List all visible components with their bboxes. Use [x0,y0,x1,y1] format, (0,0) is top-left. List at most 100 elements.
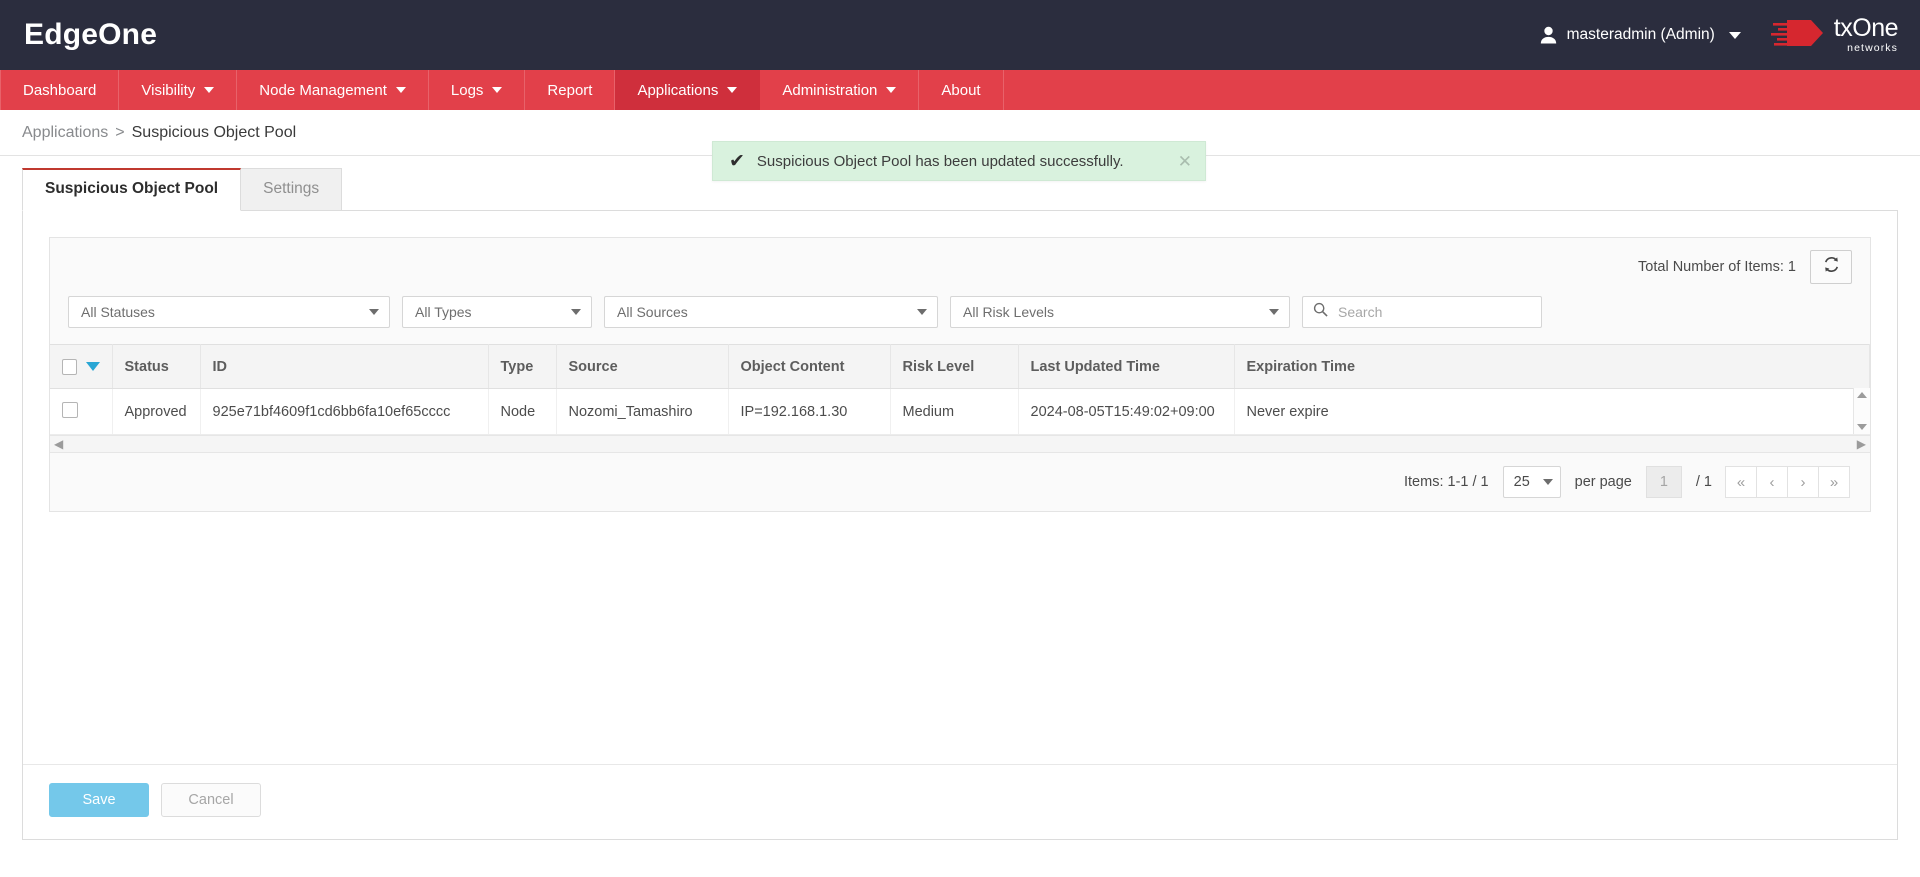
nav-label: Node Management [259,81,387,99]
nav-item-visibility[interactable]: Visibility [119,70,238,110]
last-page-button[interactable]: » [1818,466,1850,498]
chevron-down-icon [917,309,927,315]
column-header-object-content[interactable]: Object Content [728,344,891,389]
nav-label: Visibility [141,81,196,99]
risk-level-filter-select[interactable]: All Risk Levels [950,296,1290,328]
scroll-right-icon[interactable]: ▶ [1857,438,1866,450]
per-page-select[interactable]: 25 [1502,466,1561,498]
refresh-icon [1823,256,1840,278]
nav-item-dashboard[interactable]: Dashboard [0,70,120,110]
row-checkbox[interactable] [62,401,78,418]
chevron-down-icon [204,87,215,93]
search-box[interactable] [1302,296,1542,328]
table-vertical-scrollbar[interactable] [1853,388,1870,434]
chevron-down-icon [1728,31,1741,39]
type-filter-select[interactable]: All Types [402,296,592,328]
suspicious-object-table: Status ID Type Source Object Content Ris… [50,344,1870,435]
table-header-row: Status ID Type Source Object Content Ris… [50,344,1870,389]
account-label: masteradmin (Admin) [1566,26,1715,43]
table-horizontal-scrollbar[interactable]: ◀ ▶ [50,435,1870,453]
column-header-source[interactable]: Source [556,344,729,389]
vendor-logo: txOne networks [1770,14,1899,55]
nav-item-administration[interactable]: Administration [760,70,920,110]
status-filter-value: All Statuses [81,304,155,320]
vendor-name: txOne [1833,14,1899,43]
chevron-down-icon [1542,479,1553,485]
previous-page-button[interactable]: ‹ [1756,466,1788,498]
nav-item-applications[interactable]: Applications [615,70,761,110]
row-select-cell [50,388,113,435]
tab-suspicious-object-pool[interactable]: Suspicious Object Pool [22,168,242,211]
content-panel: Total Number of Items: 1 All Statuses Al… [22,210,1898,840]
column-header-type[interactable]: Type [488,344,557,389]
per-page-label: per page [1574,474,1632,490]
column-header-id[interactable]: ID [200,344,489,389]
total-pages-label: / 1 [1695,474,1712,490]
column-header-risk-level[interactable]: Risk Level [890,344,1019,389]
source-filter-value: All Sources [617,304,688,320]
cell-type: Node [488,388,557,435]
status-filter-select[interactable]: All Statuses [68,296,390,328]
scroll-down-icon[interactable] [1857,424,1867,430]
next-page-button[interactable]: › [1787,466,1819,498]
breadcrumb-separator: > [115,123,125,141]
suspicious-object-card: Total Number of Items: 1 All Statuses Al… [49,237,1871,512]
vendor-tagline: networks [1847,42,1898,55]
nav-label: Administration [782,81,878,99]
tab-label: Settings [263,180,320,197]
nav-item-node-management[interactable]: Node Management [237,70,429,110]
breadcrumb-current: Suspicious Object Pool [131,123,297,141]
top-brand-bar: EdgeOne masteradmin (Admin) txOne networ… [0,0,1920,70]
tab-settings[interactable]: Settings [240,168,343,211]
vendor-mark-icon [1770,16,1827,55]
select-all-checkbox[interactable] [62,358,77,375]
vendor-wordmark: txOne networks [1833,14,1899,55]
cancel-button[interactable]: Cancel [161,783,261,817]
account-menu[interactable]: masteradmin (Admin) [1540,26,1741,44]
chevron-down-icon [727,87,738,93]
chevron-down-icon [1269,309,1279,315]
search-input[interactable] [1336,303,1531,321]
nav-label: Report [547,81,593,99]
check-icon: ✔ [729,150,745,172]
breadcrumb-parent[interactable]: Applications [22,124,108,142]
current-page-input[interactable]: 1 [1645,466,1682,498]
sort-descending-icon[interactable] [85,362,100,371]
top-bar-right: masteradmin (Admin) txOne networks [1540,14,1899,55]
save-button[interactable]: Save [49,783,149,817]
page-navigation: « ‹ › » [1725,466,1850,498]
nav-item-logs[interactable]: Logs [429,70,526,110]
column-header-status[interactable]: Status [112,344,201,389]
table-row[interactable]: Approved 925e71bf4609f1cd6bb6fa10ef65ccc… [50,388,1870,435]
source-filter-select[interactable]: All Sources [604,296,938,328]
form-actions: Save Cancel [23,764,1897,839]
cell-status: Approved [112,388,201,435]
nav-item-report[interactable]: Report [525,70,616,110]
per-page-value: 25 [1513,474,1530,490]
items-range-label: Items: 1-1 / 1 [1404,474,1489,490]
scroll-up-icon[interactable] [1857,392,1867,398]
cell-source: Nozomi_Tamashiro [556,388,729,435]
chevron-down-icon [492,87,503,93]
nav-item-about[interactable]: About [919,70,1004,110]
chevron-down-icon [886,87,897,93]
chevron-down-icon [369,309,379,315]
cell-expiration-time: Never expire [1234,388,1870,435]
toast-message: Suspicious Object Pool has been updated … [756,152,1124,170]
cell-last-updated-time: 2024-08-05T15:49:02+09:00 [1018,388,1235,435]
refresh-button[interactable] [1810,250,1852,284]
first-page-button[interactable]: « [1725,466,1757,498]
nav-label: Applications [637,81,719,99]
scroll-left-icon[interactable]: ◀ [54,438,63,450]
cell-object-content: IP=192.168.1.30 [728,388,891,435]
total-items-label: Total Number of Items: 1 [1638,259,1796,275]
nav-label: Logs [450,81,484,99]
person-icon [1540,26,1557,44]
column-header-last-updated-time[interactable]: Last Updated Time [1018,344,1235,389]
nav-label: About [941,81,981,99]
risk-filter-value: All Risk Levels [963,304,1055,320]
pagination-bar: Items: 1-1 / 1 25 per page 1 / 1 « ‹ › » [50,453,1870,511]
main-navigation: Dashboard Visibility Node Management Log… [0,70,1920,110]
close-icon[interactable]: ✕ [1178,153,1192,170]
column-header-expiration-time[interactable]: Expiration Time [1234,344,1870,389]
